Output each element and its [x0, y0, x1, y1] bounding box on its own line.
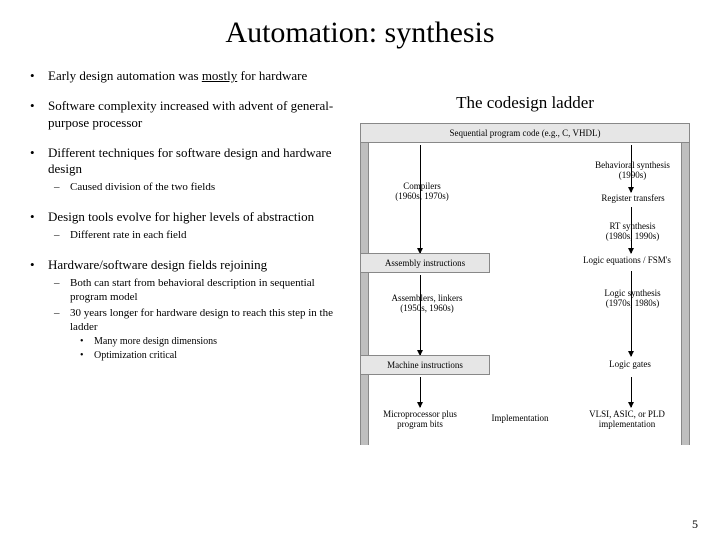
slide-title: Automation: synthesis	[30, 16, 690, 50]
label-behavioral-synthesis: Behavioral synthesis(1990s)	[585, 160, 680, 181]
page-number: 5	[692, 517, 698, 532]
bullet-4: Design tools evolve for higher levels of…	[30, 209, 350, 243]
codesign-ladder: Sequential program code (e.g., C, VHDL) …	[360, 123, 690, 463]
label-logic-synthesis: Logic synthesis(1970s, 1980s)	[585, 288, 680, 309]
bullet-3-1: Caused division of the two fields	[54, 181, 350, 195]
label-logic-gates: Logic gates	[590, 359, 670, 369]
rung-machine-instr: Machine instructions	[360, 355, 490, 375]
bullet-4-1: Different rate in each field	[54, 229, 350, 243]
label-microprocessor: Microprocessor plus program bits	[370, 409, 470, 430]
bullet-3: Different techniques for software design…	[30, 145, 350, 195]
label-assemblers: Assemblers, linkers(1950s, 1960s)	[382, 293, 472, 314]
rung-assembly-instr: Assembly instructions	[360, 253, 490, 273]
rung-top: Sequential program code (e.g., C, VHDL)	[360, 123, 690, 143]
bullet-2: Software complexity increased with adven…	[30, 98, 350, 131]
bullet-5-1: Both can start from behavioral descripti…	[54, 277, 350, 305]
label-vlsi: VLSI, ASIC, or PLD implementation	[572, 409, 682, 430]
label-implementation: Implementation	[480, 413, 560, 423]
bullet-5: Hardware/software design fields rejoinin…	[30, 257, 350, 362]
bullet-1: Early design automation was mostly for h…	[30, 68, 350, 84]
label-compilers: Compilers(1960s, 1970s)	[382, 181, 462, 202]
bullet-column: Early design automation was mostly for h…	[30, 68, 350, 463]
label-rt-synthesis: RT synthesis(1980s, 1990s)	[585, 221, 680, 242]
bullet-5-2-2: Optimization critical	[80, 350, 350, 363]
bullet-5-2-1: Many more design dimensions	[80, 336, 350, 349]
ladder-title: The codesign ladder	[360, 93, 690, 113]
label-register-transfers: Register transfers	[588, 193, 678, 203]
label-logic-equations: Logic equations / FSM's	[572, 255, 682, 265]
bullet-5-2: 30 years longer for hardware design to r…	[54, 307, 350, 363]
